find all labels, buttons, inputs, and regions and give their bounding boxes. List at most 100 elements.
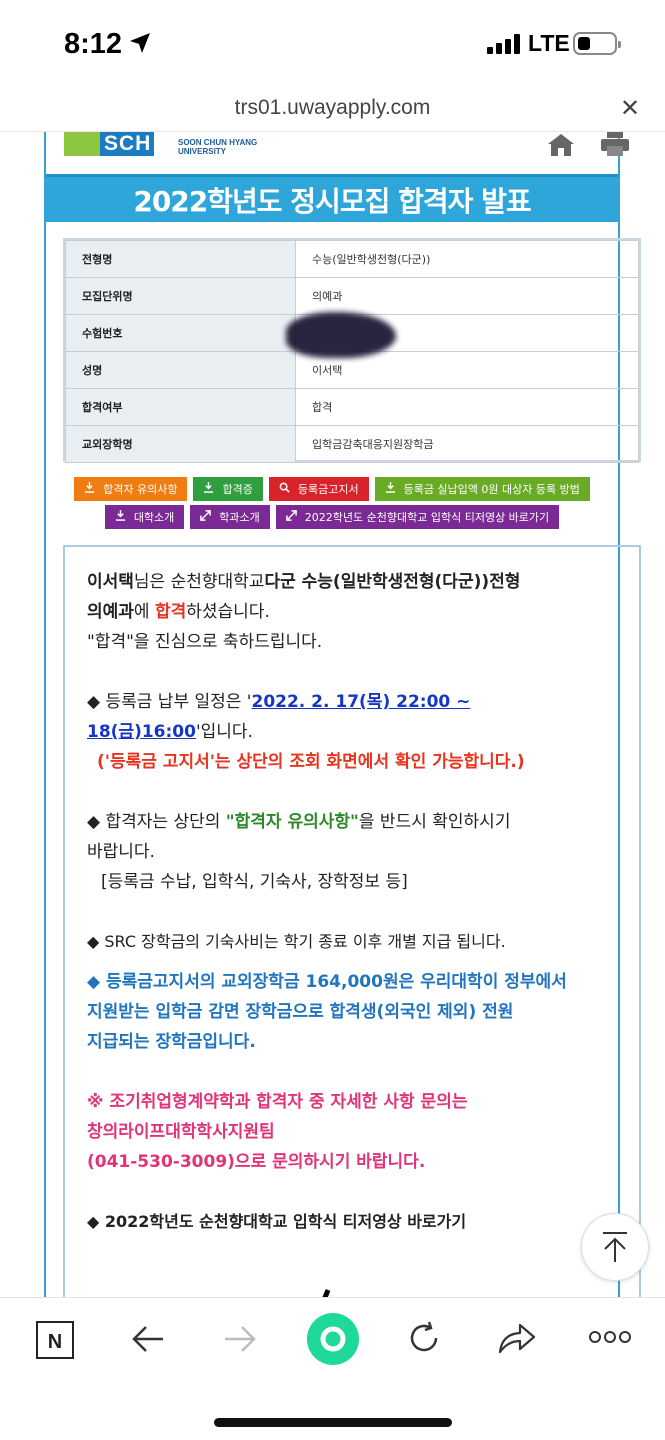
button-label: 등록금고지서 [297,483,359,496]
url-text[interactable]: trs01.uwayapply.com [0,96,665,120]
button-label: 학과소개 [219,511,260,524]
action-button[interactable]: 등록금 실납입액 0원 대상자 등록 방법 [374,477,590,501]
page-title: 2022학년도 정시모집 합격자 발표 [133,184,531,218]
scholarship-note-2: 지원받는 입학금 감면 장학금으로 합격생(외국인 제외) 전원 [87,1002,514,1022]
notice-items: [등록금 수납, 입학식, 기숙사, 장학정보 등] [101,872,408,892]
notice-paragraph: ◆ 합격자는 상단의 "합격자 유의사항"을 반드시 확인하시기 바랍니다. [87,807,619,867]
search-icon [279,482,290,496]
share-icon[interactable] [498,1322,536,1354]
page-title-banner: 2022학년도 정시모집 합격자 발표 [46,174,618,222]
msg-line-1: 이서택님은 순천향대학교다군 수능(일반학생전형(다군))전형 [87,567,619,597]
page-frame: SCH SOON CHUN HYANG UNIVERSITY 2022학년도 정… [44,132,641,1297]
student-name: 이서택 [87,572,134,592]
button-label: 합격자 유의사항 [103,483,178,496]
clock: 8:12 [64,28,123,60]
row-label: 모집단위명 [65,277,296,315]
row-label: 수험번호 [65,314,296,352]
msg-text: ◆ 합격자는 상단의 [87,812,226,832]
congratulation-message: 이서택님은 순천향대학교다군 수능(일반학생전형(다군))전형 의예과에 합격하… [63,545,641,1297]
msg-text: 을 반드시 확인하시기 [358,812,511,832]
row-value: 입학금감축대응지원장학금 [295,425,639,463]
table-row: 모집단위명 의예과 [65,277,639,315]
redaction-scribble [286,312,396,358]
payment-date-link-2[interactable]: 18(금)16:00 [87,722,196,742]
forward-arrow-icon[interactable] [223,1324,257,1354]
back-arrow-icon[interactable] [131,1324,165,1354]
location-arrow-icon [130,33,150,53]
button-row-2: 대학소개 학과소개 2022학년도 순천향대학교 입학식 티저영상 바로가기 [46,505,618,529]
payment-schedule: ◆ 등록금 납부 일정은 '2022. 2. 17(목) 22:00 ~ 18(… [87,687,619,747]
network-type: LTE [528,30,570,56]
more-options-icon[interactable] [588,1330,632,1344]
row-label: 합격여부 [65,388,296,426]
download-icon [84,482,95,496]
logo-sch: SCH [100,132,154,156]
university-logo: SCH [64,132,154,156]
payment-note: ('등록금 고지서'는 상단의 조회 화면에서 확인 가능합니다.) [87,747,619,777]
scholarship-note-1: ◆ 등록금고지서의 교외장학금 164,000원은 우리대학이 정부에서 [87,972,567,992]
home-icon[interactable] [546,134,576,156]
action-button[interactable]: 2022학년도 순천향대학교 입학식 티저영상 바로가기 [275,505,560,529]
msg-line-2: 의예과에 합격하셨습니다. [87,597,619,627]
download-icon [115,510,126,524]
button-label: 합격증 [222,483,253,496]
action-button[interactable]: 등록금고지서 [268,477,369,501]
scroll-to-top-button[interactable] [581,1213,649,1281]
row-value: 의예과 [295,277,639,315]
admission-type: 다군 수능(일반학생전형(다군))전형 [264,572,521,592]
cell-signal-icon [487,34,521,54]
browser-url-bar[interactable]: trs01.uwayapply.com ✕ [0,90,665,132]
battery-icon [573,32,621,55]
result-word: 합격 [154,602,187,622]
print-icon[interactable] [600,132,630,156]
msg-line-3: "합격"을 진심으로 축하드립니다. [87,632,323,652]
refresh-icon[interactable] [406,1320,442,1356]
teaser-link-text[interactable]: ◆ 2022학년도 순천향대학교 입학식 티저영상 바로가기 [87,1207,619,1237]
row-value: 수능(일반학생전형(다군)) [295,240,639,278]
logo-line1: SOON CHUN HYANG [178,138,258,147]
web-page: SCH SOON CHUN HYANG UNIVERSITY 2022학년도 정… [0,132,665,1297]
row-label: 성명 [65,351,296,389]
download-icon [203,482,214,496]
button-label: 대학소개 [133,511,175,524]
contact-note-3: (041-530-3009)으로 문의하시기 바랍니다. [87,1152,426,1172]
table-row: 교외장학명 입학금감축대응지원장학금 [65,425,639,463]
notice-highlight: "합격자 유의사항" [225,812,359,832]
svg-text:N: N [48,1331,62,1353]
msg-text: 에 [133,602,155,622]
department: 의예과 [87,602,134,622]
arrow-up-icon [603,1232,627,1262]
src-scholarship-note: ◆ SRC 장학금의 기숙사비는 학기 종료 이후 개별 지급 됩니다. [87,932,506,951]
scholarship-note-3: 지급되는 장학금입니다. [87,1032,256,1052]
msg-text: '입니다. [195,722,253,742]
payment-date-link[interactable]: 2022. 2. 17(목) 22:00 ~ [251,692,470,712]
close-icon[interactable]: ✕ [620,94,640,122]
action-button[interactable]: 합격증 [193,477,263,501]
table-row: 합격여부 합격 [65,388,639,426]
action-button[interactable]: 대학소개 [104,505,185,529]
msg-text: 님은 순천향대학교 [133,572,265,592]
teaser-image[interactable] [250,1270,470,1297]
naver-n-icon[interactable]: N [35,1320,75,1360]
status-bar: 8:12 LTE [0,0,665,90]
msg-text: 바랍니다. [87,842,155,862]
button-label: 등록금 실납입액 0원 대상자 등록 방법 [403,483,580,496]
action-button[interactable]: 합격자 유의사항 [74,477,188,501]
msg-text: ◆ 등록금 납부 일정은 ' [87,692,252,712]
row-label: 전형명 [65,240,296,278]
logo-line2: UNIVERSITY [178,147,227,156]
row-value: 합격 [295,388,639,426]
expand-icon [200,510,212,524]
download-icon [385,482,396,496]
home-indicator[interactable] [214,1418,452,1427]
button-label: 2022학년도 순천향대학교 입학식 티저영상 바로가기 [304,511,550,524]
button-row-1: 합격자 유의사항 합격증 등록금고지서 등록금 실납입액 0원 대상자 등록 방법 [46,477,618,501]
contact-note-2: 창의라이프대학학사지원팀 [87,1122,275,1142]
logo-text: SOON CHUN HYANG UNIVERSITY [178,138,257,156]
row-label: 교외장학명 [65,425,296,463]
expand-icon [285,510,297,524]
contact-note-1: ※ 조기취업형계약학과 합격자 중 자세한 사항 문의는 [87,1092,468,1112]
action-button[interactable]: 학과소개 [190,505,270,529]
table-row: 전형명 수능(일반학생전형(다군)) [65,240,639,278]
green-dot-menu-icon[interactable] [306,1312,360,1366]
